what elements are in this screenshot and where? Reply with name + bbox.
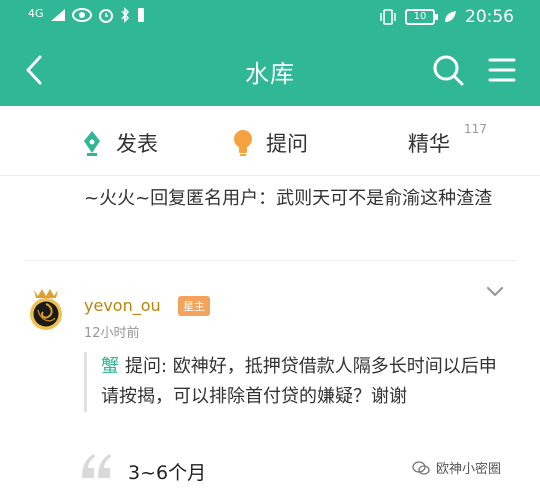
answer-text: 3~6个月 — [128, 462, 207, 484]
wechat-icon — [412, 460, 430, 475]
battery-icon: 10 — [405, 9, 438, 25]
vibrate-mode-icon — [380, 9, 396, 25]
status-icons-right: 10 20:56 — [379, 7, 514, 27]
alarm-icon — [98, 9, 113, 23]
username[interactable]: yevon_ou — [84, 296, 161, 315]
featured-button[interactable]: 精华 — [408, 128, 450, 158]
search-button[interactable] — [430, 52, 466, 88]
featured-label: 精华 — [408, 132, 450, 156]
watermark: 欧神小密圈 — [412, 458, 501, 477]
owner-badge: 星主 — [178, 296, 210, 316]
clock: 20:56 — [465, 7, 514, 27]
post-label: 发表 — [116, 132, 158, 156]
quote-mark-icon — [82, 454, 111, 478]
ask-button[interactable]: 提问 — [232, 128, 308, 158]
back-arrow-icon — [26, 55, 42, 85]
back-button[interactable] — [20, 52, 52, 88]
nav-bar: 水库 — [0, 34, 540, 106]
ask-label: 提问 — [266, 132, 308, 156]
avatar[interactable] — [22, 284, 70, 332]
chevron-down-icon[interactable] — [484, 284, 506, 300]
leaf-icon — [445, 11, 456, 22]
eye-icon — [71, 8, 92, 22]
status-bar: 4G 10 20:56 — [0, 0, 540, 34]
post-time: 12小时前 — [84, 326, 140, 341]
menu-button[interactable] — [484, 54, 520, 86]
status-icons-left: 4G — [28, 7, 146, 23]
pen-icon — [84, 131, 100, 156]
reply-preview[interactable]: ~火火~回复匿名用户：武则天可不是俞渝这种渣渣 — [84, 184, 514, 214]
network-type: 4G — [28, 6, 44, 20]
hamburger-menu-icon — [488, 58, 516, 82]
vibrate-icon — [137, 8, 144, 22]
quoted-question: 蟹提问: 欧神好，抵押贷借款人隔多长时间以后申请按揭，可以排除首付贷的嫌疑？谢谢 — [84, 352, 514, 412]
action-bar: 发表 提问 精华 117 — [0, 106, 540, 176]
signal-icon — [50, 9, 65, 21]
search-icon — [433, 55, 464, 86]
post-button[interactable]: 发表 — [80, 128, 158, 158]
question-text: 提问: 欧神好，抵押贷借款人隔多长时间以后申请按揭，可以排除首付贷的嫌疑？谢谢 — [101, 356, 497, 407]
lightbulb-icon — [234, 130, 252, 156]
question-author[interactable]: 蟹 — [101, 356, 119, 377]
divider — [24, 260, 516, 261]
watermark-text: 欧神小密圈 — [436, 462, 502, 477]
bluetooth-icon — [120, 7, 129, 23]
featured-count: 117 — [464, 122, 487, 136]
